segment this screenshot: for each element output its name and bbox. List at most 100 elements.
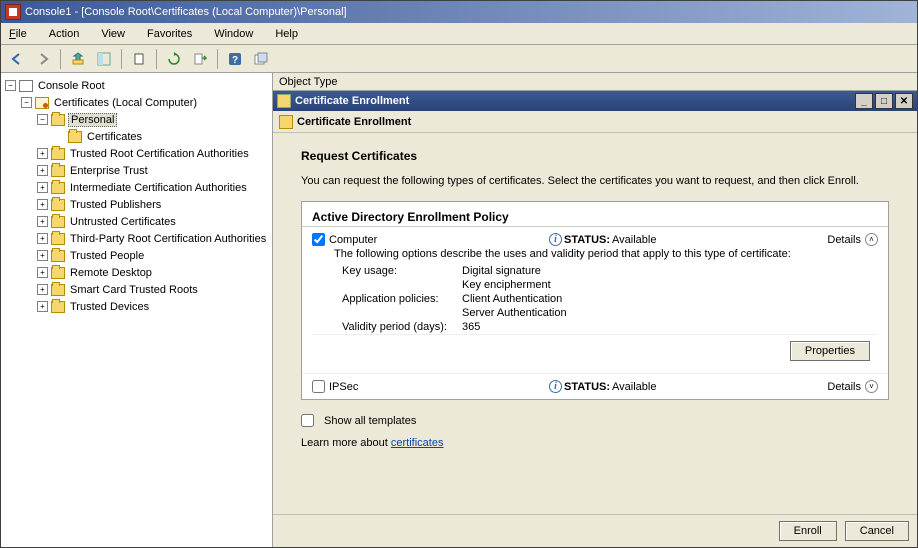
content: −Console Root −Certificates (Local Compu… <box>1 73 917 547</box>
expand-icon[interactable]: + <box>37 250 48 261</box>
tree-intermediate[interactable]: +Intermediate Certification Authorities <box>37 179 272 196</box>
help-button[interactable]: ? <box>223 47 247 71</box>
collapse-icon[interactable]: − <box>21 97 32 108</box>
expand-icon[interactable]: + <box>37 148 48 159</box>
template-status: i STATUS: Available <box>549 380 656 393</box>
panel-titlebar: Certificate Enrollment _ □ ✕ <box>273 91 917 111</box>
folder-icon <box>51 267 65 279</box>
properties-button[interactable] <box>127 47 151 71</box>
collapse-icon[interactable]: − <box>37 114 48 125</box>
expand-icon[interactable]: + <box>37 233 48 244</box>
template-checkbox-ipsec[interactable] <box>312 380 325 393</box>
window-title: Console1 - [Console Root\Certificates (L… <box>25 6 347 18</box>
tree-enterprise-trust[interactable]: +Enterprise Trust <box>37 162 272 179</box>
expand-icon[interactable]: + <box>37 284 48 295</box>
expand-icon[interactable]: + <box>37 165 48 176</box>
validity-value: 365 <box>462 321 480 333</box>
titlebar: Console1 - [Console Root\Certificates (L… <box>1 1 917 23</box>
menu-window[interactable]: Window <box>210 26 257 42</box>
tree-untrusted[interactable]: +Untrusted Certificates <box>37 213 272 230</box>
menu-view[interactable]: View <box>97 26 129 42</box>
template-name: IPSec <box>329 381 549 393</box>
separator <box>217 49 218 69</box>
right-pane: Object Type Certificate Enrollment _ □ ✕… <box>273 73 917 547</box>
mmc-window: Console1 - [Console Root\Certificates (L… <box>0 0 918 548</box>
chevron-down-icon: ˅ <box>865 380 878 393</box>
expand-icon[interactable]: + <box>37 301 48 312</box>
panel-title-text: Certificate Enrollment <box>295 95 409 107</box>
app-policies-label: Application policies: <box>342 293 462 305</box>
show-hide-tree-button[interactable] <box>92 47 116 71</box>
cancel-button[interactable]: Cancel <box>845 521 909 541</box>
dialog-buttons: Enroll Cancel <box>273 514 917 547</box>
show-all-label: Show all templates <box>324 415 416 427</box>
menu-file[interactable]: File <box>5 26 31 42</box>
up-button[interactable] <box>66 47 90 71</box>
tree-certificates-local[interactable]: −Certificates (Local Computer) <box>21 94 272 111</box>
folder-icon <box>51 165 65 177</box>
panel-subheader: Certificate Enrollment <box>273 111 917 133</box>
details-toggle[interactable]: Details ˅ <box>827 380 878 393</box>
menu-help[interactable]: Help <box>271 26 302 42</box>
template-checkbox-computer[interactable] <box>312 233 325 246</box>
folder-icon <box>68 131 82 143</box>
show-all-checkbox[interactable] <box>301 414 314 427</box>
menubar: File Action View Favorites Window Help <box>1 23 917 45</box>
separator <box>121 49 122 69</box>
menu-favorites[interactable]: Favorites <box>143 26 196 42</box>
app-icon <box>5 4 21 20</box>
learn-link[interactable]: certificates <box>391 437 444 449</box>
svg-text:?: ? <box>232 55 238 66</box>
column-header[interactable]: Object Type <box>273 73 917 91</box>
properties-button[interactable]: Properties <box>790 341 870 361</box>
expand-icon[interactable]: + <box>37 267 48 278</box>
template-row-computer: Computer i STATUS: Available Details ˄ <box>302 227 888 373</box>
folder-icon <box>51 233 65 245</box>
new-window-button[interactable] <box>249 47 273 71</box>
expand-icon[interactable]: + <box>37 216 48 227</box>
maximize-button[interactable]: □ <box>875 93 893 109</box>
forward-button[interactable] <box>31 47 55 71</box>
tree-certificates[interactable]: Certificates <box>53 128 272 145</box>
folder-icon <box>51 182 65 194</box>
description: You can request the following types of c… <box>301 175 889 187</box>
template-name: Computer <box>329 234 549 246</box>
enroll-button[interactable]: Enroll <box>779 521 837 541</box>
back-button[interactable] <box>5 47 29 71</box>
tree-trusted-publishers[interactable]: +Trusted Publishers <box>37 196 272 213</box>
tree-third-party[interactable]: +Third-Party Root Certification Authorit… <box>37 230 272 247</box>
tree-trusted-devices[interactable]: +Trusted Devices <box>37 298 272 315</box>
tree-trusted-root[interactable]: +Trusted Root Certification Authorities <box>37 145 272 162</box>
template-status: i STATUS: Available <box>549 233 656 246</box>
collapse-icon[interactable]: − <box>5 80 16 91</box>
folder-icon <box>51 148 65 160</box>
key-usage-label: Key usage: <box>342 265 462 277</box>
separator <box>60 49 61 69</box>
tree-smart-card[interactable]: +Smart Card Trusted Roots <box>37 281 272 298</box>
template-description: The following options describe the uses … <box>312 246 878 264</box>
minimize-button[interactable]: _ <box>855 93 873 109</box>
console-icon <box>19 80 33 92</box>
app-policies-value: Client Authentication <box>462 293 562 305</box>
tree-trusted-people[interactable]: +Trusted People <box>37 247 272 264</box>
folder-icon <box>51 216 65 228</box>
refresh-button[interactable] <box>162 47 186 71</box>
template-row-ipsec: IPSec i STATUS: Available Details ˅ <box>302 373 888 399</box>
expand-icon[interactable]: + <box>37 199 48 210</box>
toolbar: ? <box>1 45 917 73</box>
details-toggle[interactable]: Details ˄ <box>827 233 878 246</box>
tree-console-root[interactable]: −Console Root <box>5 77 272 94</box>
policy-title: Active Directory Enrollment Policy <box>302 202 888 227</box>
folder-icon <box>51 284 65 296</box>
validity-label: Validity period (days): <box>342 321 462 333</box>
menu-action[interactable]: Action <box>45 26 84 42</box>
expand-icon[interactable]: + <box>37 182 48 193</box>
tree-personal[interactable]: −Personal <box>37 111 272 128</box>
panel-sub-text: Certificate Enrollment <box>297 116 411 128</box>
certificate-icon <box>277 94 291 108</box>
close-button[interactable]: ✕ <box>895 93 913 109</box>
info-icon: i <box>549 380 562 393</box>
export-button[interactable] <box>188 47 212 71</box>
separator <box>156 49 157 69</box>
tree-remote-desktop[interactable]: +Remote Desktop <box>37 264 272 281</box>
